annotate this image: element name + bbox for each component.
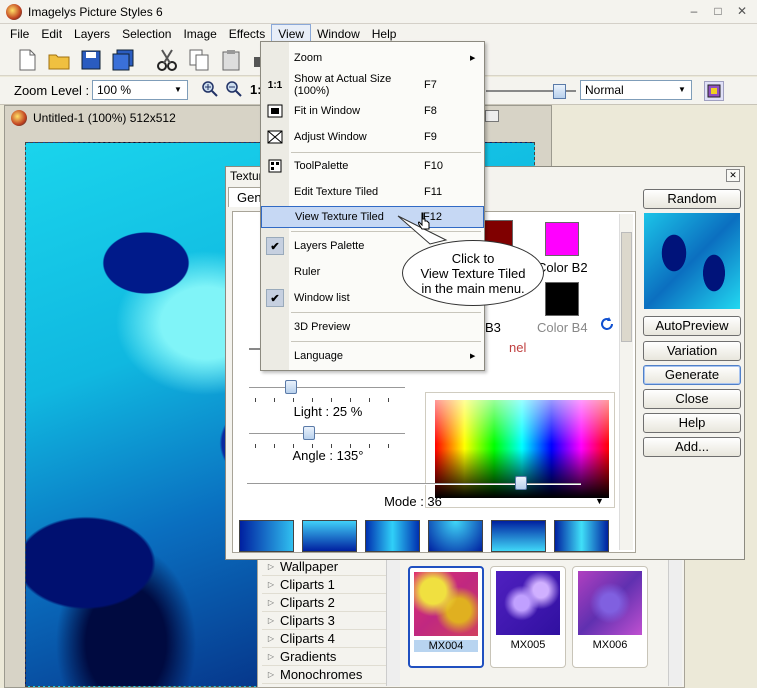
thumbnail-scrollbar[interactable] — [668, 558, 682, 686]
category-scrollbar[interactable] — [386, 558, 400, 686]
category-list: ▷ Wallpaper ▷ Cliparts 1 ▷ Cliparts 2 ▷ Clip… — [262, 558, 386, 684]
menu-item-actual-size[interactable]: 1:1 Show at Actual Size (100%) F7 — [261, 73, 484, 97]
category-item[interactable]: ▷ Monochromes — [262, 666, 386, 684]
zoom-level-select[interactable]: 100 % ▼ — [92, 80, 188, 100]
actual-size-icon: 1:1 — [267, 79, 283, 91]
menu-item-language[interactable]: Language ▶ — [261, 345, 484, 367]
doc-minimize-button[interactable] — [485, 110, 499, 122]
menu-selection[interactable]: Selection — [116, 24, 177, 44]
thumbnail-label: MX005 — [510, 639, 546, 651]
gradient-preset[interactable] — [491, 520, 546, 552]
layer-options-icon[interactable] — [704, 81, 724, 101]
document-title: Untitled-1 (100%) 512x512 — [33, 111, 176, 125]
submenu-arrow-icon: ▶ — [470, 353, 476, 360]
close-button[interactable]: Close — [643, 389, 741, 409]
thumbnail-label: MX004 — [414, 640, 478, 652]
app-icon — [6, 3, 22, 20]
dialog-close-icon[interactable]: ✕ — [726, 169, 740, 182]
color-b4-swatch[interactable] — [545, 282, 579, 316]
thumbnail-image — [414, 572, 478, 636]
gradient-preset[interactable] — [428, 520, 483, 552]
minimize-button[interactable]: – — [683, 3, 705, 21]
settings-scrollbar[interactable] — [619, 214, 633, 550]
document-icon — [11, 110, 27, 126]
blend-mode-select[interactable]: Normal ▼ — [580, 80, 692, 100]
menu-item-3d-preview[interactable]: 3D Preview — [261, 316, 484, 338]
zoom-in-icon[interactable] — [202, 81, 218, 100]
tool-palette-icon — [261, 155, 289, 177]
gradient-preset[interactable] — [365, 520, 420, 552]
cut-icon[interactable] — [154, 47, 180, 73]
category-item[interactable]: ▷ Wallpaper — [262, 558, 386, 576]
thumbnail-image — [578, 571, 642, 635]
open-folder-icon[interactable] — [46, 47, 72, 73]
copy-icon[interactable] — [186, 47, 212, 73]
view-menu: Zoom ▶ 1:1 Show at Actual Size (100%) F7 Fi… — [260, 41, 485, 371]
refresh-icon[interactable] — [599, 316, 615, 335]
mouse-cursor-icon — [417, 212, 432, 237]
category-item[interactable]: ▷ Cliparts 4 — [262, 630, 386, 648]
category-item[interactable]: ▷ Cliparts 1 — [262, 576, 386, 594]
mode-label: Mode : 36 — [384, 494, 442, 509]
fit-window-icon — [261, 100, 289, 122]
close-window-button[interactable]: ✕ — [731, 3, 753, 21]
add-button[interactable]: Add... — [643, 437, 741, 457]
generate-button[interactable]: Generate — [643, 365, 741, 385]
window-title: Imagelys Picture Styles 6 — [28, 4, 163, 19]
checkmark-icon: ✔ — [266, 289, 284, 307]
instruction-callout: Click to View Texture Tiled in the main … — [402, 240, 544, 306]
menu-image[interactable]: Image — [177, 24, 222, 44]
help-button[interactable]: Help — [643, 413, 741, 433]
random-button[interactable]: Random — [643, 189, 741, 209]
thumbnail-item[interactable]: MX005 — [490, 566, 566, 668]
texture-preview — [644, 213, 740, 309]
library-panel: ▷ Wallpaper ▷ Cliparts 1 ▷ Cliparts 2 ▷ Clip… — [257, 555, 685, 688]
submenu-arrow-icon: ▶ — [470, 55, 476, 62]
menu-item-edit-texture-tiled[interactable]: Edit Texture Tiled F11 — [261, 181, 484, 203]
checkmark-icon: ✔ — [266, 237, 284, 255]
zoom-level-label: Zoom Level : — [14, 83, 90, 98]
thumbnail-label: MX006 — [592, 639, 628, 651]
thumbnail-image — [496, 571, 560, 635]
color-b2-label: Color B2 — [537, 260, 588, 275]
zoom-out-icon[interactable] — [226, 81, 242, 100]
menu-item-adjust-window[interactable]: Adjust Window F9 — [261, 126, 484, 148]
maximize-button[interactable]: □ — [707, 3, 729, 21]
category-item[interactable]: ▷ Gradients — [262, 648, 386, 666]
adjust-window-icon — [261, 126, 289, 148]
menu-item-toolpalette[interactable]: ToolPalette F10 — [261, 155, 484, 177]
gradient-preset[interactable] — [302, 520, 357, 552]
autopreview-button[interactable]: AutoPreview — [643, 316, 741, 336]
opacity-slider-thumb[interactable] — [553, 84, 566, 99]
color-b2-swatch[interactable] — [545, 222, 579, 256]
color-b4-label: Color B4 — [537, 320, 588, 335]
mode-dropdown-icon[interactable]: ▼ — [595, 496, 604, 506]
category-item[interactable]: ▷ Cliparts 2 — [262, 594, 386, 612]
gradient-preset[interactable] — [554, 520, 609, 552]
mode-slider[interactable] — [247, 476, 581, 492]
menu-item-zoom[interactable]: Zoom ▶ — [261, 47, 484, 69]
menu-edit[interactable]: Edit — [35, 24, 68, 44]
light-label: Light : 25 % — [293, 404, 363, 419]
save-all-icon[interactable] — [110, 47, 136, 73]
angle-slider[interactable] — [249, 426, 405, 448]
menu-item-fit-window[interactable]: Fit in Window F8 — [261, 100, 484, 122]
variation-button[interactable]: Variation — [643, 341, 741, 361]
menu-layers[interactable]: Layers — [68, 24, 116, 44]
paste-icon[interactable] — [218, 47, 244, 73]
light-slider[interactable] — [249, 380, 405, 402]
gradient-preset[interactable] — [239, 520, 294, 552]
thumbnail-item[interactable]: MX004 — [408, 566, 484, 668]
category-item[interactable]: ▷ Cliparts 3 — [262, 612, 386, 630]
menu-file[interactable]: File — [4, 24, 35, 44]
angle-label: Angle : 135° — [292, 448, 364, 463]
save-icon[interactable] — [78, 47, 104, 73]
thumbnail-item[interactable]: MX006 — [572, 566, 648, 668]
title-bar: Imagelys Picture Styles 6 – □ ✕ — [0, 0, 757, 24]
new-file-icon[interactable] — [14, 47, 40, 73]
color-panel-label: nel — [509, 340, 527, 355]
